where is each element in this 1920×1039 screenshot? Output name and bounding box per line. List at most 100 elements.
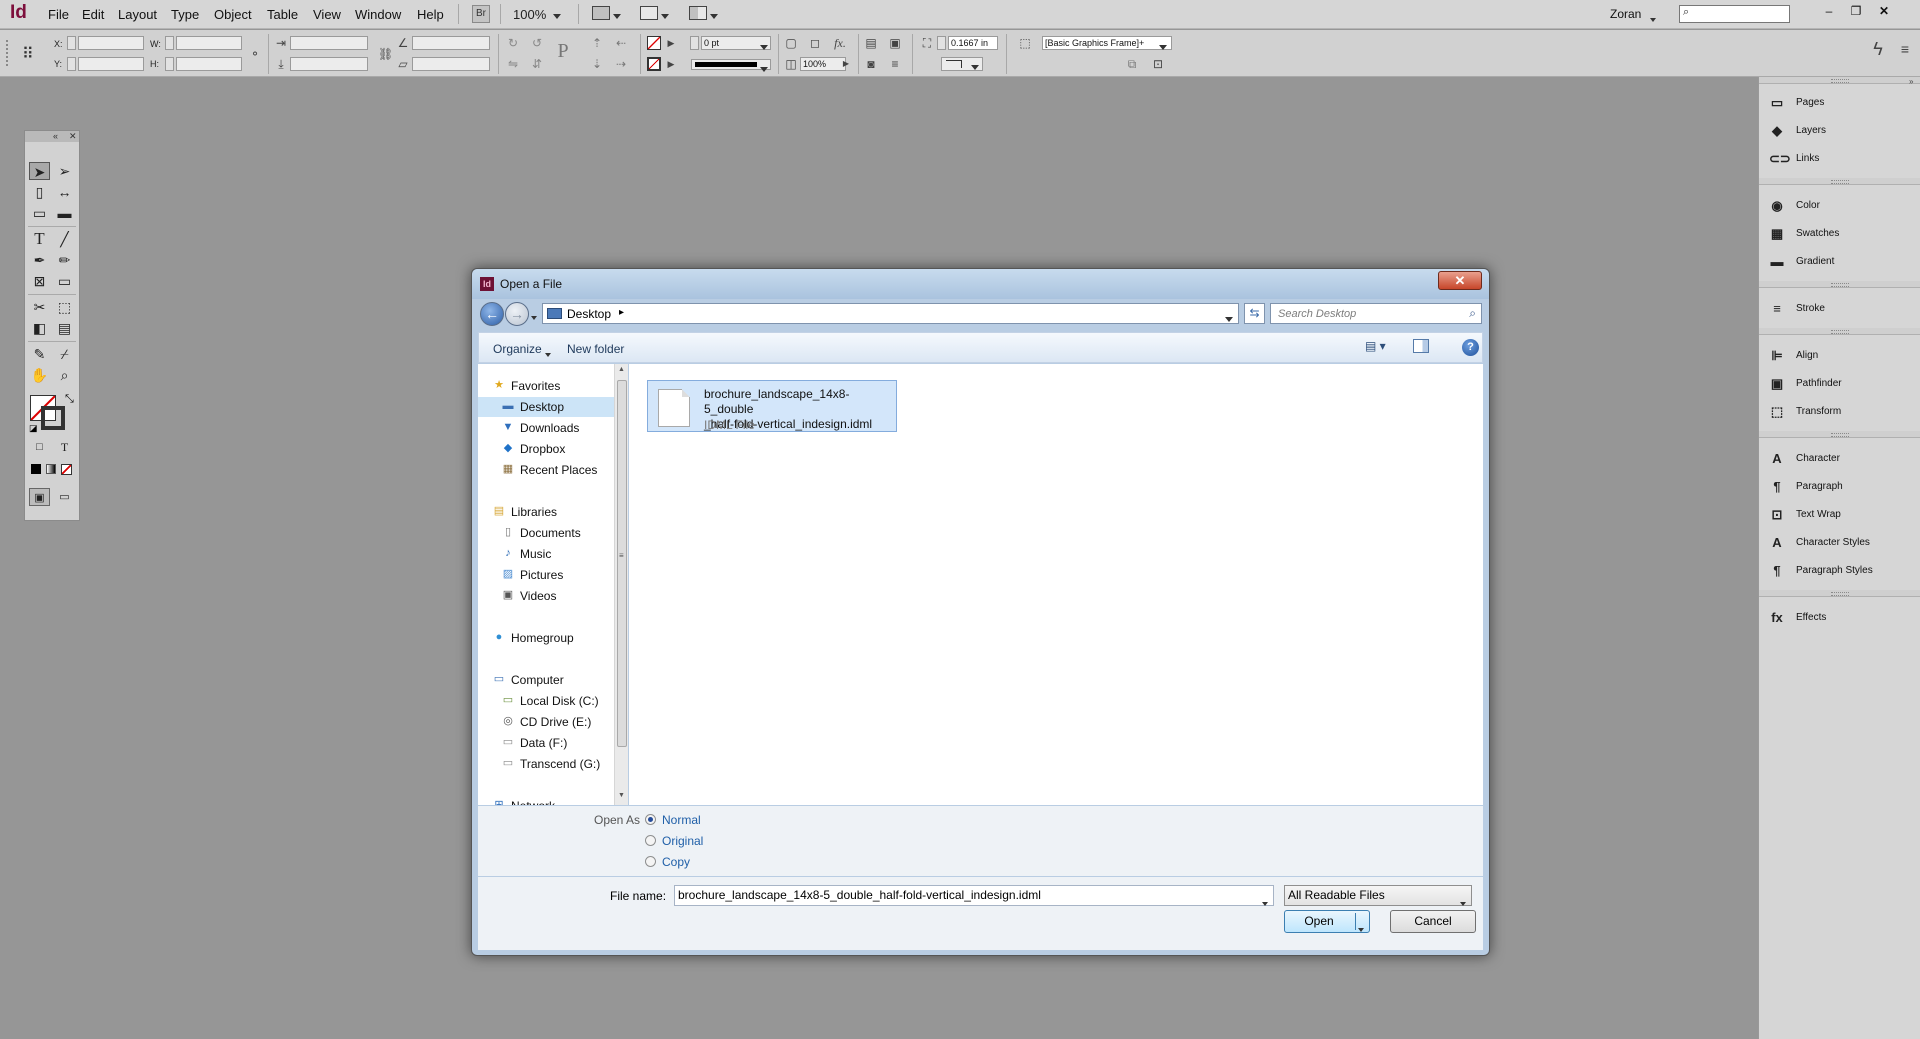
quick-apply-icon[interactable]: ϟ [1871, 40, 1885, 58]
nav-item[interactable]: ▭ Computer [478, 670, 618, 690]
constrain-proportions-icon[interactable]: ⚬ [248, 47, 262, 61]
rotation-angle-field[interactable] [412, 36, 490, 50]
panel-group-grip[interactable] [1759, 178, 1920, 185]
fit-value-field[interactable]: 0.1667 in [948, 36, 998, 50]
zoom-tool-icon[interactable]: ⌕ [54, 366, 75, 384]
view-options-icon[interactable] [592, 6, 610, 20]
nav-item[interactable]: ▬ Desktop [478, 397, 618, 417]
panel-item[interactable]: ⬚ Transform [1769, 401, 1919, 423]
text-wrap-box-icon[interactable]: ▣ [888, 36, 902, 50]
collapse-dock-icon[interactable]: » [1909, 77, 1913, 86]
cancel-button[interactable]: Cancel [1390, 910, 1476, 933]
open-options-dropdown-icon[interactable] [1358, 919, 1364, 940]
note-tool-icon[interactable]: ✎ [29, 345, 50, 363]
opacity-arrow-icon[interactable]: ▶ [839, 57, 853, 71]
formatting-text-icon[interactable]: T [54, 438, 75, 456]
forward-button[interactable]: → [505, 302, 529, 326]
panel-item[interactable]: ⊡ Text Wrap [1769, 504, 1919, 526]
apply-none-icon[interactable] [61, 464, 72, 475]
object-style-dropdown-icon[interactable] [1159, 40, 1167, 54]
zoom-level[interactable]: 100% [513, 7, 546, 22]
zoom-dropdown-icon[interactable] [553, 9, 561, 23]
x-spinner[interactable] [67, 36, 76, 50]
effects-fx-icon[interactable]: fx. [833, 36, 847, 50]
menu-object[interactable]: Object [214, 7, 252, 22]
object-style-select[interactable]: [Basic Graphics Frame]+ [1042, 36, 1172, 50]
screen-mode-icon[interactable] [640, 6, 658, 20]
dialog-close-button[interactable]: ✕ [1438, 271, 1482, 290]
clear-overrides-icon[interactable]: ⧉ [1125, 57, 1139, 71]
stroke-color-icon[interactable] [41, 406, 65, 430]
new-folder-button[interactable]: New folder [567, 342, 624, 356]
rotate-ccw-icon[interactable]: ↺ [530, 36, 544, 50]
help-button[interactable]: ? [1462, 339, 1479, 356]
gradient-swatch-tool-icon[interactable]: ◧ [29, 319, 50, 337]
panel-item[interactable]: fx Effects [1769, 607, 1919, 629]
menu-edit[interactable]: Edit [82, 7, 104, 22]
nav-item[interactable]: ▦ Recent Places [478, 460, 618, 480]
w-field[interactable] [176, 36, 242, 50]
panel-item[interactable]: ◉ Color [1769, 195, 1919, 217]
nav-item[interactable]: ▭ Transcend (G:) [478, 754, 618, 774]
panel-group-grip[interactable] [1759, 590, 1920, 597]
organize-dropdown-icon[interactable] [545, 347, 551, 361]
preview-pane-icon[interactable] [1413, 339, 1429, 353]
fill-swatch-icon[interactable] [647, 36, 661, 50]
nav-item[interactable]: ⊞ Network [478, 796, 618, 805]
rectangle-tool-icon[interactable]: ▭ [54, 272, 75, 290]
navigation-scrollbar[interactable]: ▲ ≡ ▼ [614, 364, 628, 805]
line-tool-icon[interactable]: ╱ [54, 230, 75, 248]
change-view-icon[interactable]: ▤ ▾ [1365, 339, 1386, 353]
open-as-original-label[interactable]: Original [662, 834, 703, 848]
dialog-titlebar[interactable]: Id Open a File ✕ [472, 269, 1489, 299]
page-tool-icon[interactable]: ▯ [29, 183, 50, 201]
type-tool-icon[interactable]: T [29, 230, 50, 248]
recent-locations-dropdown-icon[interactable] [531, 310, 537, 324]
menu-file[interactable]: File [48, 7, 69, 22]
help-search-input[interactable]: ⌕ [1679, 5, 1790, 23]
tools-panel-header[interactable]: «✕ [25, 131, 79, 142]
nav-item[interactable]: ▤ Libraries [478, 502, 618, 522]
fit-content-icon[interactable]: ≡ [888, 57, 902, 71]
drop-shadow-icon[interactable]: ▢ [784, 36, 798, 50]
file-name-dropdown-icon[interactable] [1262, 894, 1268, 913]
stroke-swatch-icon[interactable] [647, 57, 661, 71]
apply-gradient-icon[interactable] [46, 464, 56, 474]
nav-item[interactable]: ▭ Data (F:) [478, 733, 618, 753]
nav-item[interactable]: ▼ Downloads [478, 418, 618, 438]
search-desktop-input[interactable]: Search Desktop ⌕ [1270, 303, 1482, 324]
h-field[interactable] [176, 57, 242, 71]
rotate-cw-icon[interactable]: ↻ [506, 36, 520, 50]
open-as-original-radio[interactable] [645, 835, 656, 846]
nav-item[interactable]: ♪ Music [478, 544, 618, 564]
nav-item[interactable]: ▭ Local Disk (C:) [478, 691, 618, 711]
breadcrumb-chevron-icon[interactable]: ▸ [619, 307, 624, 318]
h-spinner[interactable] [165, 57, 174, 71]
panel-group-grip[interactable] [1759, 281, 1920, 288]
stroke-weight-dropdown-icon[interactable] [760, 40, 768, 54]
reference-point-icon[interactable]: ⠿ [22, 44, 42, 64]
content-placer-icon[interactable]: ▬ [54, 204, 75, 222]
select-next-icon[interactable]: ⇢ [614, 57, 628, 71]
scale-y-field[interactable] [290, 57, 368, 71]
open-as-copy-radio[interactable] [645, 856, 656, 867]
restore-window-button[interactable]: ❐ [1844, 2, 1868, 21]
nav-item[interactable]: ★ Favorites [478, 376, 618, 396]
user-name[interactable]: Zoran [1610, 7, 1641, 21]
address-bar[interactable]: Desktop ▸ [542, 303, 1239, 324]
panel-item[interactable]: A Character [1769, 448, 1919, 470]
nav-item[interactable]: ▯ Documents [478, 523, 618, 543]
corner-options-icon[interactable]: ⛶ [920, 36, 934, 50]
stroke-type-dropdown-icon[interactable] [760, 62, 768, 76]
text-wrap-none-icon[interactable]: ▤ [864, 36, 878, 50]
apply-color-icon[interactable] [31, 464, 41, 474]
nav-item[interactable]: ▣ Videos [478, 586, 618, 606]
panel-item[interactable]: ▭ Pages [1769, 92, 1919, 114]
refresh-button[interactable]: ⇆ [1244, 303, 1265, 324]
dock-grip[interactable] [1759, 77, 1920, 84]
bridge-button[interactable]: Br [472, 5, 490, 23]
menu-window[interactable]: Window [355, 7, 401, 22]
menu-table[interactable]: Table [267, 7, 298, 22]
menu-help[interactable]: Help [417, 7, 444, 22]
open-as-normal-radio[interactable] [645, 814, 656, 825]
